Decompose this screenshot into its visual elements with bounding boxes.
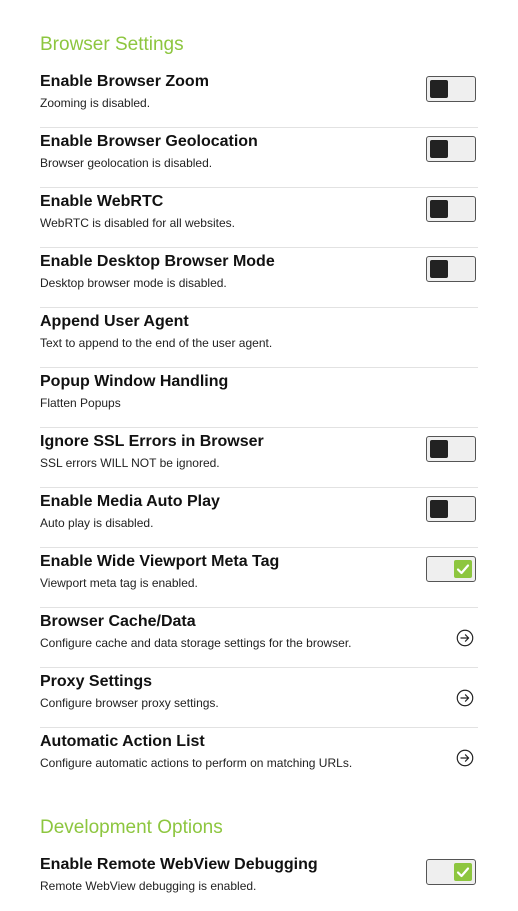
toggle-knob [430, 140, 448, 158]
check-icon [456, 867, 470, 878]
setting-title: Enable Remote WebView Debugging [40, 856, 318, 873]
setting-title: Proxy Settings [40, 673, 153, 690]
setting-title: Ignore SSL Errors in Browser [40, 433, 264, 450]
setting-enable-webrtc[interactable]: Enable WebRTC WebRTC is disabled for all… [40, 188, 478, 248]
setting-subtitle: Viewport meta tag is enabled. [40, 576, 198, 590]
check-icon [456, 564, 470, 575]
setting-title: Popup Window Handling [40, 373, 229, 390]
setting-subtitle: Browser geolocation is disabled. [40, 156, 213, 170]
setting-subtitle: WebRTC is disabled for all websites. [40, 216, 235, 230]
setting-enable-browser-geolocation[interactable]: Enable Browser Geolocation Browser geolo… [40, 128, 478, 188]
setting-subtitle: SSL errors WILL NOT be ignored. [40, 456, 220, 470]
setting-subtitle: Desktop browser mode is disabled. [40, 276, 227, 290]
toggle-knob [430, 200, 448, 218]
arrow-circle-right-icon[interactable] [456, 749, 474, 767]
toggle-knob [454, 560, 472, 578]
ssl-errors-toggle[interactable] [426, 436, 476, 462]
setting-title: Browser Cache/Data [40, 613, 196, 630]
setting-subtitle: Remote WebView debugging is enabled. [40, 879, 257, 893]
browser-zoom-toggle[interactable] [426, 76, 476, 102]
setting-ignore-ssl-errors[interactable]: Ignore SSL Errors in Browser SSL errors … [40, 428, 478, 488]
setting-enable-browser-zoom[interactable]: Enable Browser Zoom Zooming is disabled. [40, 68, 478, 128]
setting-subtitle: Configure automatic actions to perform o… [40, 756, 353, 770]
setting-title: Enable Browser Zoom [40, 73, 209, 90]
setting-proxy-settings[interactable]: Proxy Settings Configure browser proxy s… [40, 668, 478, 728]
setting-subtitle: Zooming is disabled. [40, 96, 151, 110]
setting-title: Automatic Action List [40, 733, 205, 750]
wide-viewport-toggle[interactable] [426, 556, 476, 582]
remote-debugging-toggle[interactable] [426, 859, 476, 885]
setting-append-user-agent[interactable]: Append User Agent Text to append to the … [40, 308, 478, 368]
toggle-knob [430, 260, 448, 278]
setting-browser-cache-data[interactable]: Browser Cache/Data Configure cache and d… [40, 608, 478, 668]
geolocation-toggle[interactable] [426, 136, 476, 162]
section-header-browser-settings: Browser Settings [40, 34, 184, 55]
setting-title: Enable Media Auto Play [40, 493, 220, 510]
setting-enable-wide-viewport-meta-tag[interactable]: Enable Wide Viewport Meta Tag Viewport m… [40, 548, 478, 608]
toggle-knob [430, 440, 448, 458]
setting-subtitle: Configure browser proxy settings. [40, 696, 219, 710]
webrtc-toggle[interactable] [426, 196, 476, 222]
section-header-development-options: Development Options [40, 817, 223, 838]
setting-title: Enable Wide Viewport Meta Tag [40, 553, 280, 570]
setting-subtitle: Text to append to the end of the user ag… [40, 336, 273, 350]
setting-title: Enable Browser Geolocation [40, 133, 258, 150]
setting-title: Enable Desktop Browser Mode [40, 253, 275, 270]
setting-subtitle: Auto play is disabled. [40, 516, 154, 530]
toggle-knob [430, 500, 448, 518]
media-auto-play-toggle[interactable] [426, 496, 476, 522]
toggle-knob [430, 80, 448, 98]
setting-enable-remote-webview-debugging[interactable]: Enable Remote WebView Debugging Remote W… [40, 851, 478, 911]
setting-title: Enable WebRTC [40, 193, 164, 210]
setting-subtitle: Configure cache and data storage setting… [40, 636, 352, 650]
setting-automatic-action-list[interactable]: Automatic Action List Configure automati… [40, 728, 478, 788]
settings-screen: Browser Settings Enable Browser Zoom Zoo… [0, 0, 518, 911]
setting-enable-desktop-browser-mode[interactable]: Enable Desktop Browser Mode Desktop brow… [40, 248, 478, 308]
arrow-circle-right-icon[interactable] [456, 689, 474, 707]
setting-enable-media-auto-play[interactable]: Enable Media Auto Play Auto play is disa… [40, 488, 478, 548]
toggle-knob [454, 863, 472, 881]
desktop-mode-toggle[interactable] [426, 256, 476, 282]
setting-subtitle: Flatten Popups [40, 396, 121, 410]
setting-popup-window-handling[interactable]: Popup Window Handling Flatten Popups [40, 368, 478, 428]
arrow-circle-right-icon[interactable] [456, 629, 474, 647]
setting-title: Append User Agent [40, 313, 189, 330]
